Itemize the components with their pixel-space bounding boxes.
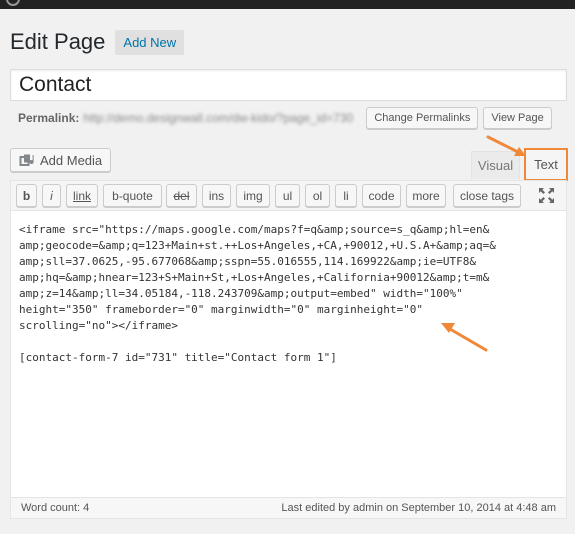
add-media-label: Add Media: [40, 152, 103, 168]
code-line: amp;hq=&amp;hnear=123+S+Main+St,+Los+Ang…: [19, 271, 490, 284]
qt-ol-button[interactable]: ol: [305, 184, 330, 207]
qt-bold-button[interactable]: b: [16, 184, 37, 207]
quicktags-toolbar: b i link b-quote del ins img ul ol li co…: [11, 181, 566, 211]
last-edited: Last edited by admin on September 10, 20…: [281, 502, 556, 514]
change-permalinks-button[interactable]: Change Permalinks: [366, 107, 479, 129]
content-textarea[interactable]: <iframe src="https://maps.google.com/map…: [11, 212, 566, 497]
qt-code-button[interactable]: code: [362, 184, 401, 207]
code-line: amp;z=14&amp;ll=34.05184,-118.243709&amp…: [19, 287, 463, 300]
qt-ul-button[interactable]: ul: [275, 184, 300, 207]
qt-ins-button[interactable]: ins: [202, 184, 231, 207]
permalink-label: Permalink:: [18, 111, 80, 125]
fullscreen-icon[interactable]: [538, 187, 555, 204]
qt-li-button[interactable]: li: [335, 184, 357, 207]
view-page-button[interactable]: View Page: [483, 107, 552, 129]
media-icon: [19, 154, 34, 167]
qt-close-tags-button[interactable]: close tags: [453, 184, 521, 207]
editor-status-bar: Word count: 4 Last edited by admin on Se…: [11, 497, 566, 518]
page-title: Edit Page: [10, 29, 106, 54]
tab-text[interactable]: Text: [524, 148, 568, 181]
qt-img-button[interactable]: img: [236, 184, 270, 207]
admin-bar: [0, 0, 575, 9]
qt-more-button[interactable]: more: [406, 184, 446, 207]
code-line: <iframe src="https://maps.google.com/map…: [19, 223, 490, 236]
code-line: height="350" frameborder="0" marginwidth…: [19, 303, 423, 316]
qt-italic-button[interactable]: i: [42, 184, 61, 207]
code-line: amp;sll=37.0625,-95.677068&amp;sspn=55.0…: [19, 255, 476, 268]
add-media-button[interactable]: Add Media: [10, 148, 112, 172]
qt-link-button[interactable]: link: [66, 184, 98, 207]
code-line: amp;geocode=&amp;q=123+Main+st.++Los+Ang…: [19, 239, 496, 252]
qt-blockquote-button[interactable]: b-quote: [103, 184, 162, 207]
arrow-icon: [441, 323, 488, 352]
word-count: Word count: 4: [21, 502, 90, 514]
permalink-row: Permalink: http://demo.designwall.com/dw…: [18, 107, 552, 129]
permalink-url[interactable]: http://demo.designwall.com/dw-kido/?page…: [83, 111, 363, 125]
page-header: Edit Page Add New: [10, 27, 185, 57]
wordpress-logo-icon[interactable]: [6, 0, 20, 6]
arrow-icon: [486, 135, 526, 156]
add-new-button[interactable]: Add New: [115, 29, 185, 55]
qt-del-button[interactable]: del: [166, 184, 197, 207]
post-title-input[interactable]: [10, 69, 567, 101]
